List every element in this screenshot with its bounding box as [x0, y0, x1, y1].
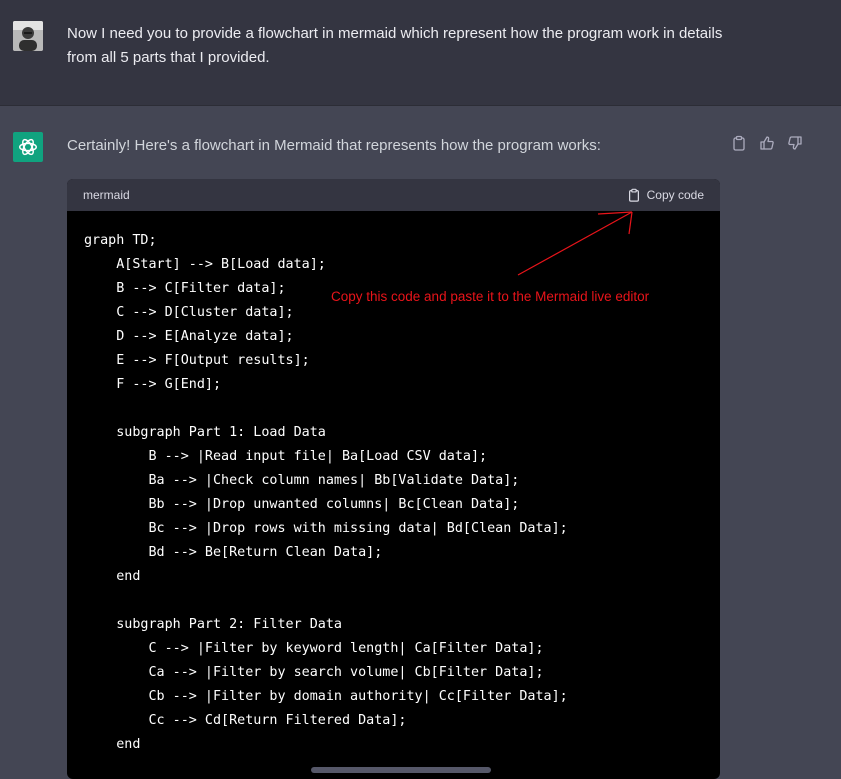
user-message-text: Now I need you to provide a flowchart in… [67, 25, 723, 66]
copy-code-button[interactable]: Copy code [627, 188, 704, 202]
chatgpt-logo [13, 132, 43, 162]
code-line: subgraph Part 1: Load Data [84, 425, 326, 440]
code-line: end [84, 737, 141, 752]
copy-icon [627, 188, 641, 202]
code-line: Cb --> |Filter by domain authority| Cc[F… [84, 689, 568, 704]
code-block-header: mermaid Copy code [67, 179, 720, 211]
code-line: Bc --> |Drop rows with missing data| Bd[… [84, 521, 568, 536]
code-line: graph TD; [84, 233, 157, 248]
assistant-message-row: Certainly! Here's a flowchart in Mermaid… [0, 107, 841, 779]
code-line: E --> F[Output results]; [84, 353, 310, 368]
message-actions [729, 133, 805, 153]
code-block: mermaid Copy code graph TD; A[Start] -->… [67, 179, 720, 779]
code-line: D --> E[Analyze data]; [84, 329, 294, 344]
code-line: Ca --> |Filter by search volume| Cb[Filt… [84, 665, 544, 680]
thumbs-down-icon[interactable] [785, 133, 805, 153]
code-line: Bb --> |Drop unwanted columns| Bc[Clean … [84, 497, 520, 512]
code-line: end [84, 569, 141, 584]
code-language-label: mermaid [83, 188, 130, 202]
code-line: Bd --> Be[Return Clean Data]; [84, 545, 383, 560]
code-line: C --> |Filter by keyword length| Ca[Filt… [84, 641, 544, 656]
code-line: A[Start] --> B[Load data]; [84, 257, 326, 272]
code-line: Ba --> |Check column names| Bb[Validate … [84, 473, 520, 488]
code-line: Cc --> Cd[Return Filtered Data]; [84, 713, 407, 728]
user-avatar [13, 21, 43, 51]
clipboard-icon[interactable] [729, 133, 749, 153]
thumbs-up-icon[interactable] [757, 133, 777, 153]
user-message-row: Now I need you to provide a flowchart in… [0, 0, 841, 106]
code-line: F --> G[End]; [84, 377, 222, 392]
code-line: B --> |Read input file| Ba[Load CSV data… [84, 449, 488, 464]
scrollbar-handle[interactable] [311, 767, 491, 773]
code-line: C --> D[Cluster data]; [84, 305, 294, 320]
code-line: subgraph Part 2: Filter Data [84, 617, 342, 632]
assistant-intro-text: Certainly! Here's a flowchart in Mermaid… [67, 137, 601, 154]
copy-code-label: Copy code [646, 188, 704, 202]
annotation-text: Copy this code and paste it to the Merma… [331, 289, 650, 304]
